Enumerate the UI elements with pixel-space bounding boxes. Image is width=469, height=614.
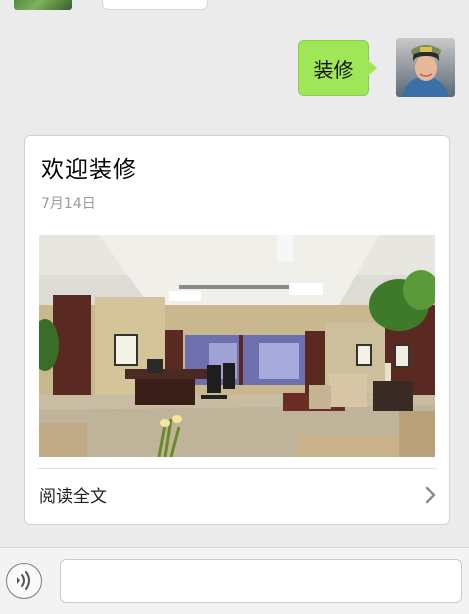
card-divider bbox=[37, 468, 437, 469]
outgoing-message-bubble[interactable]: 装修 bbox=[298, 40, 377, 96]
voice-button[interactable] bbox=[6, 563, 42, 599]
chat-area: 装修 欢迎装修 7月14日 阅读全文 bbox=[0, 0, 469, 547]
chevron-right-icon[interactable] bbox=[425, 486, 436, 504]
outgoing-message-text: 装修 bbox=[313, 57, 354, 82]
message-input-bar bbox=[0, 547, 469, 614]
user-avatar-icon bbox=[396, 38, 455, 97]
previous-message-bubble[interactable] bbox=[102, 0, 208, 10]
article-card[interactable]: 欢迎装修 7月14日 阅读全文 bbox=[24, 135, 450, 525]
office-interior-image bbox=[39, 235, 435, 457]
voice-icon bbox=[17, 571, 30, 590]
article-title: 欢迎装修 bbox=[41, 157, 137, 183]
article-cover-image[interactable] bbox=[39, 235, 435, 457]
article-date: 7月14日 bbox=[41, 196, 96, 212]
avatar[interactable] bbox=[396, 38, 455, 97]
previous-sender-avatar[interactable] bbox=[14, 0, 72, 10]
message-input[interactable] bbox=[60, 559, 462, 603]
read-full-link[interactable]: 阅读全文 bbox=[39, 482, 107, 507]
